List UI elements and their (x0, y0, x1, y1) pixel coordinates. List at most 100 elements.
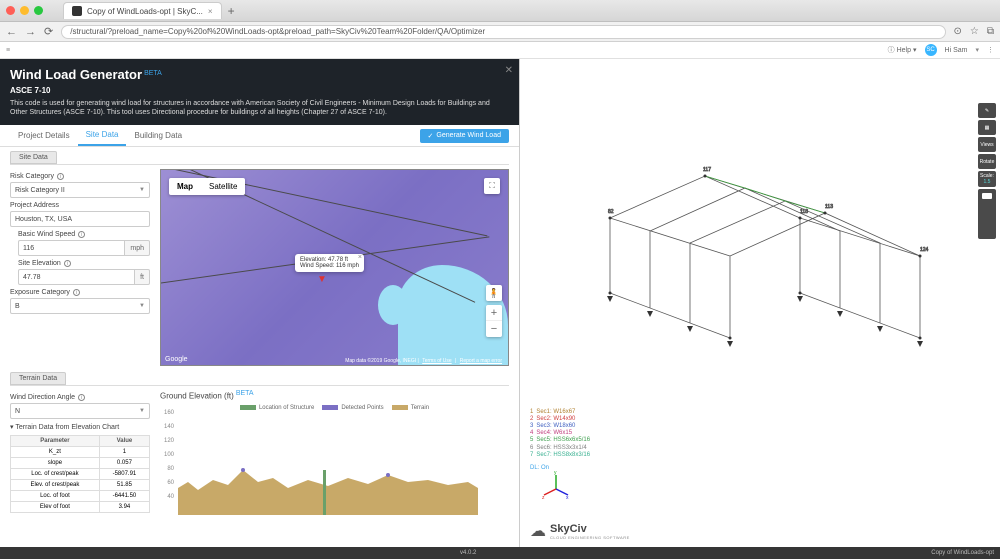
chevron-down-icon: ▼ (139, 303, 145, 309)
info-icon[interactable]: i (78, 231, 85, 238)
axis-gizmo-icon: y x z (542, 471, 570, 499)
search-icon[interactable]: ⊙ (954, 26, 962, 37)
caret-down-icon[interactable]: ▾ (975, 46, 979, 54)
panel-description: This code is used for generating wind lo… (10, 99, 509, 117)
tab-site-data[interactable]: Site Data (78, 125, 127, 146)
site-elevation-input[interactable]: 47.78 (18, 269, 135, 285)
minimize-window-icon[interactable] (20, 6, 29, 15)
traffic-lights (6, 6, 43, 15)
info-icon[interactable]: i (78, 394, 85, 401)
bookmark-icon[interactable]: ☆ (970, 26, 979, 37)
elevation-chart: Ground Elevation (ft)BETA Location of St… (160, 390, 509, 520)
slider-knob[interactable] (982, 193, 992, 199)
exposure-category-label: Exposure Categoryi (10, 289, 150, 296)
svg-text:113: 113 (825, 204, 833, 210)
th-value: Value (99, 436, 149, 447)
pegman-icon[interactable]: 🧍 (486, 285, 502, 301)
beta-badge: BETA (144, 70, 162, 77)
scale-slider[interactable] (978, 189, 996, 239)
y-axis-labels: 160140120100806040 (160, 410, 174, 500)
new-tab-button[interactable]: + (228, 4, 235, 18)
map-type-control[interactable]: Map Satellite (169, 178, 245, 195)
terrain-collapse-header[interactable]: ▾ Terrain Data from Elevation Chart (10, 423, 150, 431)
report-link[interactable]: Report a map error (460, 358, 502, 364)
footer-bar: v4.0.2 Copy of WindLoads-opt (0, 547, 1000, 559)
rotate-button[interactable]: Rotate (978, 154, 996, 169)
scale-label: Scale:1.5 (978, 171, 996, 187)
tab-project-details[interactable]: Project Details (10, 126, 78, 145)
user-greeting: Hi Sam (945, 47, 968, 54)
close-window-icon[interactable] (6, 6, 15, 15)
skyciv-logo: ☁ SkyCiv CLOUD ENGINEERING SOFTWARE (530, 521, 630, 541)
panel-tabs: Project Details Site Data Building Data … (0, 125, 519, 147)
svg-text:118: 118 (800, 209, 808, 215)
app-topbar: ≡ ⓘ Help ▾ SC Hi Sam ▾ ⋮ (0, 42, 1000, 59)
map-credits: Map data ©2019 Google, INEGI | Terms of … (345, 358, 504, 364)
info-icon[interactable]: i (64, 260, 71, 267)
generate-wind-load-button[interactable]: ✓ Generate Wind Load (420, 129, 509, 143)
svg-text:124: 124 (920, 247, 929, 253)
version-label: v4.0.2 (460, 550, 476, 556)
risk-category-select[interactable]: Risk Category II▼ (10, 182, 150, 198)
exposure-category-select[interactable]: B▼ (10, 298, 150, 314)
more-icon[interactable]: ⋮ (987, 46, 994, 54)
fullscreen-icon[interactable]: ⛶ (484, 178, 500, 194)
basic-wind-speed-label: Basic Wind Speedi (18, 231, 150, 238)
zoom-in-button[interactable]: + (486, 305, 502, 321)
info-icon[interactable]: i (57, 173, 64, 180)
svg-text:82: 82 (608, 209, 614, 215)
close-panel-icon[interactable]: ✕ (505, 65, 513, 76)
table-row: Elev of foot3.94 (11, 502, 150, 513)
terms-link[interactable]: Terms of Use (422, 358, 451, 364)
basic-wind-speed-input[interactable]: 116 (18, 240, 125, 256)
favicon-icon (72, 6, 82, 16)
maximize-window-icon[interactable] (34, 6, 43, 15)
back-icon[interactable]: ← (6, 26, 17, 38)
structure-svg: 11711812482113 (520, 59, 1000, 547)
tab-title: Copy of WindLoads-opt | SkyC... (87, 7, 203, 16)
chart-svg (178, 410, 478, 515)
map-btn[interactable]: Map (169, 178, 201, 195)
site-data-section-tab[interactable]: Site Data (10, 151, 57, 164)
close-tab-icon[interactable]: × (208, 7, 213, 16)
url-input[interactable]: /structural/?preload_name=Copy%20of%20Wi… (61, 25, 945, 39)
site-elevation-label: Site Elevationi (18, 260, 150, 267)
project-address-input[interactable]: Houston, TX, USA (10, 211, 150, 227)
wind-direction-label: Wind Direction Anglei (10, 394, 150, 401)
terrain-data-section-tab[interactable]: Terrain Data (10, 372, 66, 385)
map-tooltip: × Elevation: 47.78 ft Wind Speed: 116 mp… (295, 254, 364, 272)
map-marker-icon[interactable]: ▼ (317, 274, 327, 285)
grid-button[interactable]: ▦ (978, 120, 996, 135)
tab-building-data[interactable]: Building Data (126, 126, 190, 145)
wind-speed-unit: mph (125, 240, 150, 256)
edit-button[interactable]: ✎ (978, 103, 996, 118)
zoom-out-button[interactable]: − (486, 321, 502, 337)
table-row: Loc. of foot-6441.50 (11, 491, 150, 502)
svg-text:x: x (566, 495, 569, 499)
sections-legend: 1Sec1: W16x67 2Sec2: W14x90 3Sec3: W18x6… (530, 409, 590, 459)
forward-icon[interactable]: → (25, 26, 36, 38)
close-tooltip-icon[interactable]: × (358, 254, 362, 261)
terrain-table: ParameterValue K_zt1 slope0.057 Loc. of … (10, 435, 150, 513)
url-text: /structural/?preload_name=Copy%20of%20Wi… (70, 27, 485, 36)
elevation-unit: ft (135, 269, 150, 285)
chevron-down-icon: ▼ (139, 408, 145, 414)
wind-direction-select[interactable]: N▼ (10, 403, 150, 419)
info-icon[interactable]: i (73, 289, 80, 296)
map[interactable]: Map Satellite ⛶ × Elevation: 47.78 ft Wi… (160, 169, 509, 366)
views-button[interactable]: Views (978, 137, 996, 152)
browser-tab[interactable]: Copy of WindLoads-opt | SkyC... × (63, 2, 222, 19)
avatar[interactable]: SC (925, 44, 937, 56)
help-button[interactable]: ⓘ Help ▾ (888, 45, 917, 55)
reload-icon[interactable]: ⟳ (44, 25, 53, 38)
browser-titlebar: Copy of WindLoads-opt | SkyC... × + (0, 0, 1000, 22)
satellite-btn[interactable]: Satellite (201, 178, 245, 195)
panel-subtitle: ASCE 7-10 (10, 86, 509, 95)
th-parameter: Parameter (11, 436, 100, 447)
risk-category-label: Risk Categoryi (10, 173, 150, 180)
extensions-icon[interactable]: ⧉ (987, 26, 994, 37)
table-row: Elev. of crest/peak51.85 (11, 480, 150, 491)
table-row: K_zt1 (11, 447, 150, 458)
viewer-3d[interactable]: 11711812482113 ✎ ▦ Views Rotate Scale:1.… (519, 59, 1000, 547)
hamburger-icon[interactable]: ≡ (6, 47, 10, 54)
